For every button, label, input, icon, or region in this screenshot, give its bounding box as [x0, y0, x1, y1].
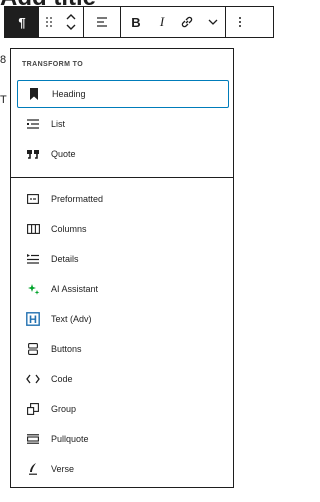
- transform-columns[interactable]: Columns: [17, 215, 229, 243]
- move-up-down-buttons[interactable]: [59, 7, 83, 37]
- paragraph-icon: ¶: [18, 14, 26, 30]
- block-options-button[interactable]: [226, 7, 254, 37]
- menu-item-label: Verse: [51, 464, 75, 474]
- block-toolbar: ¶ B I: [4, 6, 274, 38]
- menu-item-label: AI Assistant: [51, 284, 99, 294]
- transform-verse[interactable]: Verse: [17, 455, 229, 483]
- transform-text-adv[interactable]: H Text (Adv): [17, 305, 229, 333]
- text-adv-icon: H: [25, 311, 41, 327]
- format-group: B I: [121, 7, 226, 37]
- bookmark-icon: [26, 86, 42, 102]
- transform-code[interactable]: Code: [17, 365, 229, 393]
- more-rich-text-button[interactable]: [201, 7, 225, 37]
- menu-item-label: Pullquote: [51, 434, 89, 444]
- move-up-down-icon: [66, 14, 76, 30]
- transform-ai-assistant[interactable]: AI Assistant: [17, 275, 229, 303]
- menu-item-label: Details: [51, 254, 79, 264]
- align-group: [84, 7, 121, 37]
- quote-icon: [25, 146, 41, 162]
- menu-item-label: Quote: [51, 149, 76, 159]
- transform-pullquote[interactable]: Pullquote: [17, 425, 229, 453]
- align-button[interactable]: [84, 7, 120, 37]
- menu-item-label: Buttons: [51, 344, 82, 354]
- menu-item-label: Heading: [52, 89, 86, 99]
- transform-section-label: TRANSFORM TO: [22, 61, 84, 68]
- link-icon: [181, 16, 193, 28]
- columns-icon: [25, 221, 41, 237]
- transform-buttons[interactable]: Buttons: [17, 335, 229, 363]
- buttons-icon: [25, 341, 41, 357]
- background-text-fragment: T: [0, 94, 7, 106]
- details-icon: [25, 251, 41, 267]
- group-icon: [25, 401, 41, 417]
- menu-item-label: Text (Adv): [51, 314, 92, 324]
- drag-handle-button[interactable]: [39, 7, 59, 37]
- paragraph-block-button[interactable]: ¶: [5, 7, 39, 37]
- drag-handle-icon: [46, 17, 52, 27]
- transform-quote[interactable]: Quote: [17, 140, 229, 168]
- transform-group[interactable]: Group: [17, 395, 229, 423]
- menu-item-label: Columns: [51, 224, 87, 234]
- options-group: [226, 7, 254, 37]
- preformatted-icon: [25, 191, 41, 207]
- bold-button[interactable]: B: [121, 7, 151, 37]
- svg-text:H: H: [29, 314, 37, 326]
- transform-heading[interactable]: Heading: [17, 80, 229, 108]
- background-text-fragment: 8: [0, 54, 7, 66]
- more-vertical-icon: [239, 17, 241, 27]
- ai-sparkle-icon: [25, 281, 41, 297]
- link-button[interactable]: [173, 7, 201, 37]
- verse-icon: [25, 461, 41, 477]
- block-controls-group: ¶: [5, 7, 84, 37]
- pullquote-icon: [25, 431, 41, 447]
- align-icon: [97, 17, 107, 27]
- transform-preformatted[interactable]: Preformatted: [17, 185, 229, 213]
- italic-button[interactable]: I: [151, 7, 173, 37]
- transform-list[interactable]: List: [17, 110, 229, 138]
- menu-item-label: Preformatted: [51, 194, 104, 204]
- transform-details[interactable]: Details: [17, 245, 229, 273]
- menu-item-label: Code: [51, 374, 73, 384]
- menu-item-label: Group: [51, 404, 77, 414]
- list-icon: [25, 116, 41, 132]
- chevron-down-icon: [208, 19, 218, 25]
- menu-separator: [11, 177, 233, 178]
- menu-item-label: List: [51, 119, 66, 129]
- code-icon: [25, 371, 41, 387]
- transform-dropdown: TRANSFORM TO Heading List Quote Preforma…: [10, 48, 234, 488]
